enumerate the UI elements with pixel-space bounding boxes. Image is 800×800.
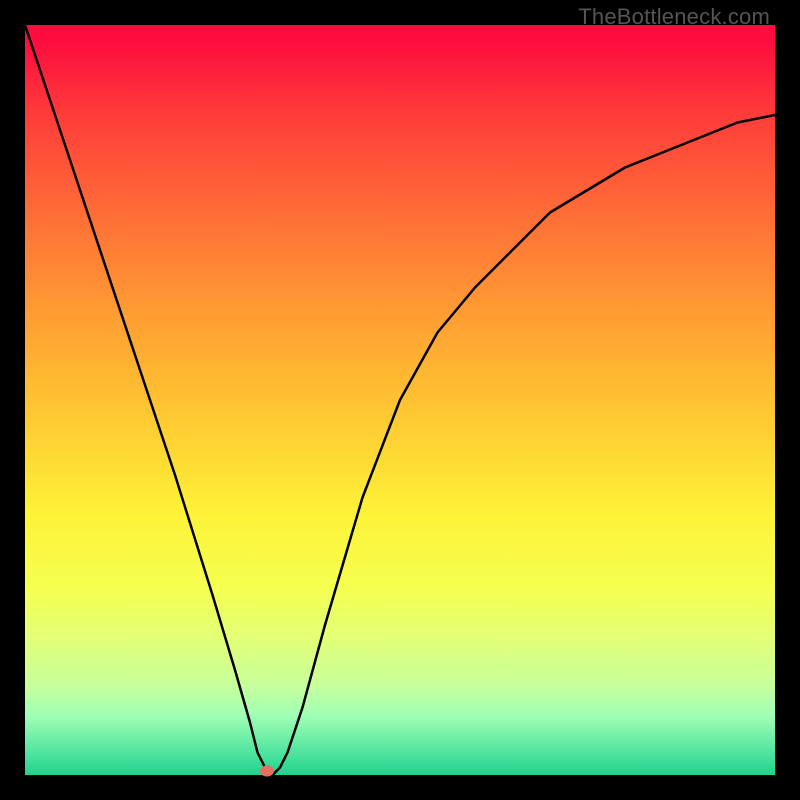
watermark-text: TheBottleneck.com [578,4,770,30]
optimal-point-marker [260,766,274,777]
chart-curve [25,25,775,775]
